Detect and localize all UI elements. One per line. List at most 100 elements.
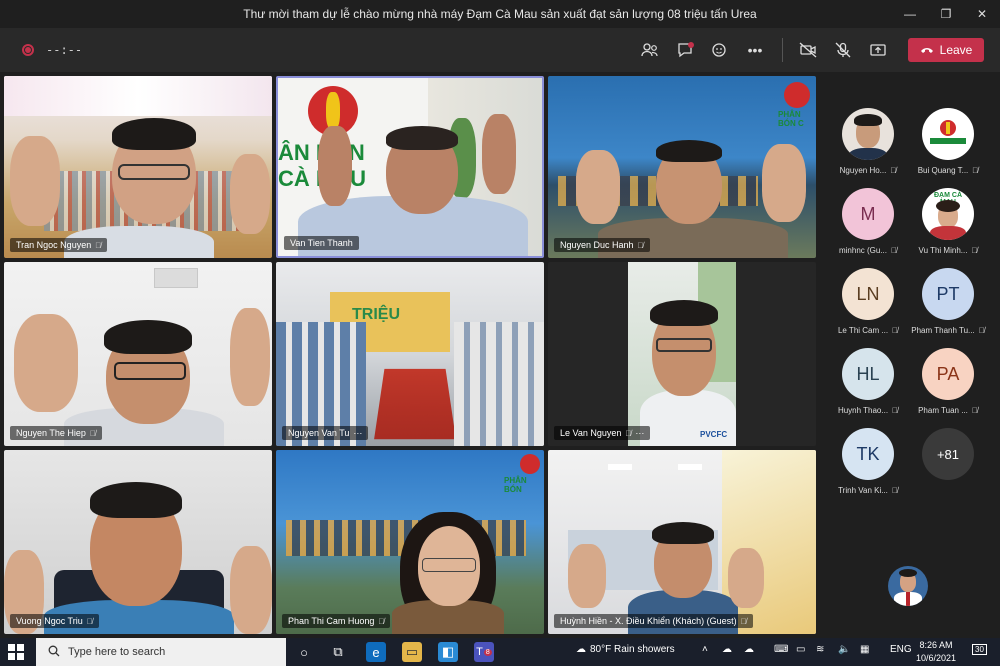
mic-off-icon: 🎙̸	[378, 616, 385, 626]
maximize-icon[interactable]: ❐	[928, 0, 964, 28]
wifi-icon[interactable]: ≋	[816, 644, 824, 655]
mic-off-icon: 🎙̸	[740, 616, 747, 626]
rain-cloud-icon: ☁	[576, 644, 586, 655]
participant-name-label: Van Tien Thanh	[284, 236, 359, 250]
roster-participant[interactable]: HL Huynh Thao... 🎙̸	[828, 348, 908, 428]
mic-off-icon: 🎙̸	[971, 246, 978, 255]
roster-participant[interactable]: M minhnc (Gu... 🎙̸	[828, 188, 908, 268]
overflow-count: +81	[922, 428, 974, 480]
recording-icon	[22, 44, 34, 56]
system-clock[interactable]: 8:26 AM 10/6/2021	[916, 639, 956, 665]
video-tile[interactable]: Huỳnh Hiền - X. Điều Khiển (Khách) (Gues…	[548, 450, 816, 634]
avatar: TK	[842, 428, 894, 480]
leave-button[interactable]: Leave	[908, 38, 984, 62]
teams-icon[interactable]: T8	[474, 642, 494, 662]
video-tile[interactable]: TRIỆU Nguyen Van Tu ···	[276, 262, 544, 446]
meet-now-icon[interactable]: ▦	[860, 644, 869, 655]
video-tile[interactable]: PHÂN BÓN Phan Thi Cam Huong 🎙̸	[276, 450, 544, 634]
video-grid: Tran Ngoc Nguyen🎙̸ ÂN BÓN CÀ MAU Van Tie…	[0, 72, 820, 638]
roster-participant[interactable]: PA Pham Tuan ... 🎙̸	[908, 348, 988, 428]
volume-icon[interactable]: 🔈	[838, 644, 850, 655]
mic-off-icon: 🎙̸	[95, 240, 102, 250]
battery-icon[interactable]: ▭	[796, 644, 805, 655]
mic-off-icon: 🎙̸	[637, 240, 644, 250]
video-tile[interactable]: Tran Ngoc Nguyen 🎙̸	[4, 76, 272, 258]
more-participants-button[interactable]: +81	[908, 428, 988, 508]
leave-label: Leave	[939, 43, 973, 57]
participant-name-label: Nguyen Duc Hanh 🎙̸	[554, 238, 650, 252]
chat-icon[interactable]	[672, 38, 698, 62]
self-view-avatar[interactable]	[888, 566, 928, 606]
weather-widget[interactable]: ☁ 80°F Rain showers	[576, 644, 675, 655]
roster-participant[interactable]: LN Le Thi Cam ... 🎙̸	[828, 268, 908, 348]
roster-participant[interactable]: Bui Quang T... 🎙̸	[908, 108, 988, 188]
close-icon[interactable]: ✕	[964, 0, 1000, 28]
task-view-icon[interactable]: ⧉	[328, 642, 348, 662]
mic-off-icon: 🎙̸	[892, 406, 899, 415]
video-tile[interactable]: PHÂN BÓN C Nguyen Duc Hanh 🎙̸	[548, 76, 816, 258]
mic-off-icon: 🎙̸	[625, 428, 632, 438]
mic-off-icon[interactable]	[830, 38, 856, 62]
video-tile[interactable]: Nguyen The Hiep 🎙̸	[4, 262, 272, 446]
share-screen-icon[interactable]	[865, 38, 891, 62]
reactions-icon[interactable]	[707, 38, 733, 62]
camera-off-icon[interactable]	[795, 38, 821, 62]
search-placeholder: Type here to search	[68, 646, 166, 658]
avatar: M	[842, 188, 894, 240]
window-controls: — ❐ ✕	[892, 0, 1000, 28]
title-bar: Thư mời tham dự lễ chào mừng nhà máy Đạm…	[0, 0, 1000, 28]
avatar	[922, 108, 974, 160]
chevron-up-icon[interactable]: ˄	[702, 644, 708, 655]
keyboard-icon[interactable]: ⌨	[774, 644, 788, 655]
avatar: LN	[842, 268, 894, 320]
phone-hangup-icon	[920, 43, 934, 57]
mic-off-icon: 🎙̸	[891, 486, 898, 495]
participant-name-label: Tran Ngoc Nguyen 🎙̸	[10, 238, 108, 252]
participant-name-label: Phan Thi Cam Huong 🎙̸	[282, 614, 391, 628]
participants-icon[interactable]	[637, 38, 663, 62]
more-icon[interactable]: ···	[635, 428, 644, 438]
avatar: PT	[922, 268, 974, 320]
roster-participant[interactable]: PT Pham Thanh Tu... 🎙̸	[908, 268, 988, 348]
edge-icon[interactable]: e	[366, 642, 386, 662]
avatar	[842, 108, 894, 160]
avatar: PA	[922, 348, 974, 400]
roster-participant[interactable]: Nguyen Ho... 🎙̸	[828, 108, 908, 188]
mic-off-icon: 🎙̸	[972, 166, 979, 175]
meeting-timer: --:--	[46, 43, 83, 57]
mic-off-icon: 🎙̸	[891, 246, 897, 255]
video-tile[interactable]: PVCFC Le Van Nguyen 🎙̸ ···	[548, 262, 816, 446]
participant-name-label: Huỳnh Hiền - X. Điều Khiển (Khách) (Gues…	[554, 614, 753, 628]
file-explorer-icon[interactable]: ▭	[402, 642, 422, 662]
roster-participant[interactable]: ĐẠM CÀ MAU Vu Thi Minh...🎙̸	[908, 188, 988, 268]
video-tile[interactable]: ÂN BÓN CÀ MAU Van Tien Thanh	[276, 76, 544, 258]
avatar: ĐẠM CÀ MAU	[922, 188, 974, 240]
mic-off-icon: 🎙̸	[892, 326, 899, 335]
cloud-icon[interactable]: ☁	[744, 644, 754, 655]
participant-name-label: Nguyen Van Tu ···	[282, 426, 369, 440]
windows-start-icon[interactable]	[8, 644, 24, 660]
language-indicator[interactable]: ENG	[890, 644, 912, 655]
search-icon	[48, 645, 60, 660]
mic-off-icon: 🎙̸	[89, 428, 96, 438]
notification-center[interactable]: 30	[972, 644, 987, 655]
avatar: HL	[842, 348, 894, 400]
mic-off-icon: 🎙̸	[971, 406, 978, 415]
mic-off-icon: 🎙̸	[890, 166, 897, 175]
more-icon[interactable]: ···	[353, 428, 362, 438]
video-tile[interactable]: Vuong Ngoc Triu 🎙̸	[4, 450, 272, 634]
more-options-icon[interactable]: •••	[742, 38, 768, 62]
participant-roster: Nguyen Ho... 🎙̸ Bui Quang T... 🎙̸ M minhnc…	[820, 72, 1000, 638]
app-icon[interactable]: ◧	[438, 642, 458, 662]
mic-off-icon: 🎙̸	[978, 326, 985, 335]
participant-name-label: Le Van Nguyen 🎙̸ ···	[554, 426, 651, 440]
window-title: Thư mời tham dự lễ chào mừng nhà máy Đạm…	[243, 7, 757, 21]
mic-off-icon: 🎙̸	[86, 616, 93, 626]
participant-name-label: Nguyen The Hiep 🎙̸	[10, 426, 102, 440]
onedrive-icon[interactable]: ☁	[722, 644, 732, 655]
participant-name-label: Vuong Ngoc Triu 🎙̸	[10, 614, 99, 628]
minimize-icon[interactable]: —	[892, 0, 928, 28]
taskbar-search[interactable]: Type here to search	[36, 638, 286, 666]
cortana-icon[interactable]: ○	[294, 642, 314, 662]
roster-participant[interactable]: TK Trinh Van Ki... 🎙̸	[828, 428, 908, 508]
